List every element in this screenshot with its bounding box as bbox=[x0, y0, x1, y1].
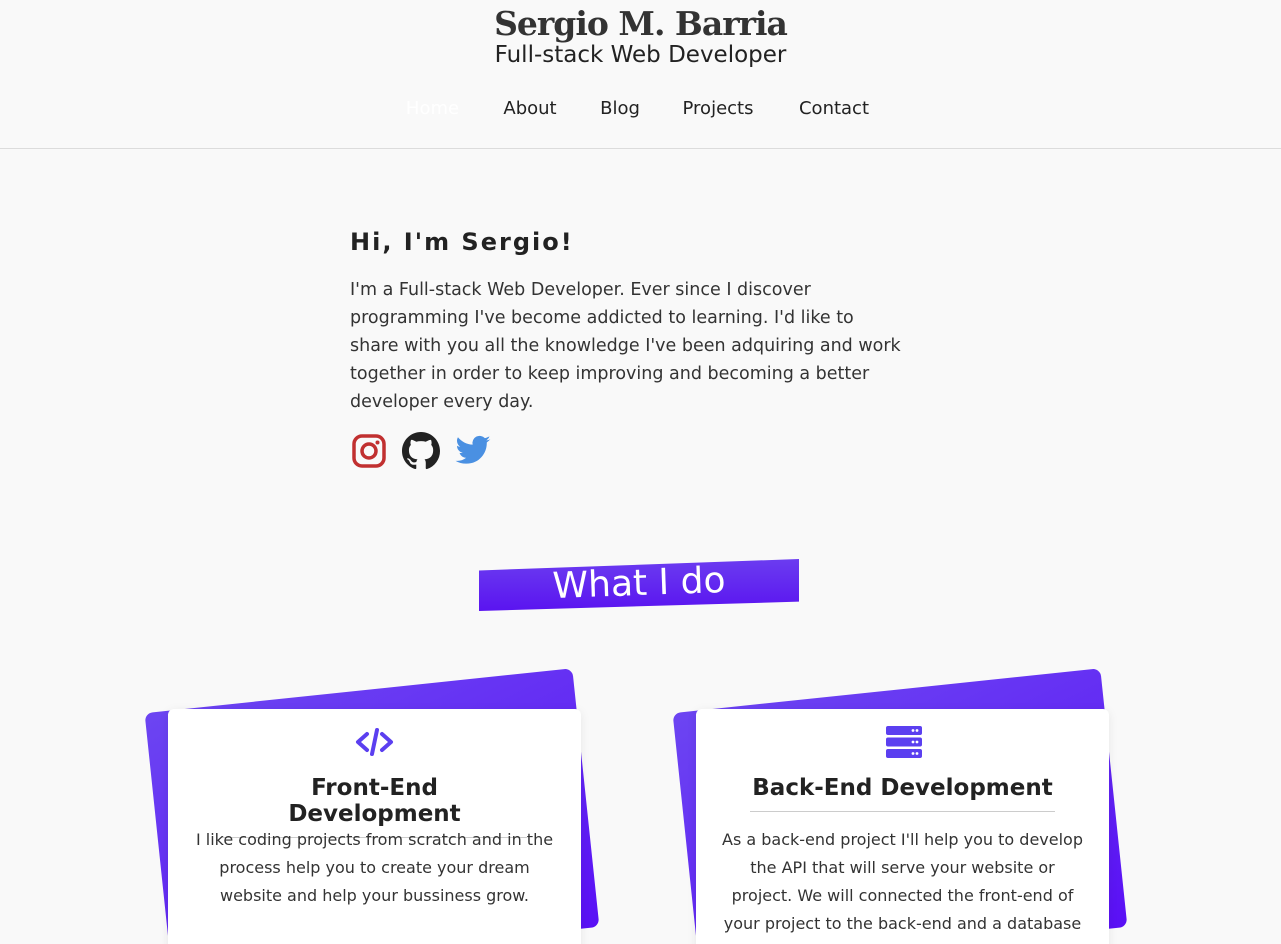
nav-item-projects[interactable]: Projects bbox=[679, 94, 757, 126]
intro-section: Hi, I'm Sergio! I'm a Full-stack Web Dev… bbox=[350, 228, 910, 416]
what-i-do-heading: What I do bbox=[479, 559, 799, 611]
site-header: Sergio M. Barria Full-stack Web Develope… bbox=[0, 0, 1281, 149]
nav-item-label: About bbox=[503, 98, 557, 119]
twitter-icon[interactable] bbox=[454, 432, 492, 470]
instagram-icon[interactable] bbox=[350, 432, 388, 470]
github-icon[interactable] bbox=[402, 432, 440, 470]
main-nav: Home About Blog Projects Contact bbox=[0, 94, 1281, 126]
nav-item-label: Contact bbox=[798, 98, 870, 119]
nav-item-label: Blog bbox=[600, 98, 640, 119]
nav-item-home[interactable]: Home bbox=[392, 94, 473, 126]
server-icon bbox=[886, 726, 922, 758]
card-text: As a back-end project I'll help you to d… bbox=[722, 830, 1083, 933]
nav-item-contact[interactable]: Contact bbox=[794, 94, 874, 126]
card-body: Back-End Development As a back-end proje… bbox=[696, 709, 1109, 944]
code-icon bbox=[356, 728, 393, 756]
nav-item-label: Home bbox=[405, 98, 460, 119]
intro-text: I'm a Full-stack Web Developer. Ever sin… bbox=[350, 280, 901, 412]
nav-item-label: Projects bbox=[682, 98, 754, 119]
service-card-frontend: Front-End Development I like coding proj… bbox=[144, 668, 600, 944]
service-card-backend: Back-End Development As a back-end proje… bbox=[672, 668, 1128, 944]
card-title: Back-End Development bbox=[750, 775, 1055, 812]
intro-heading: Hi, I'm Sergio! bbox=[350, 228, 574, 256]
nav-item-blog[interactable]: Blog bbox=[597, 94, 643, 126]
nav-item-about[interactable]: About bbox=[500, 94, 560, 126]
site-name[interactable]: Sergio M. Barria bbox=[0, 4, 1281, 43]
card-body: Front-End Development I like coding proj… bbox=[168, 709, 581, 944]
card-text: I like coding projects from scratch and … bbox=[195, 830, 554, 905]
site-tagline: Full-stack Web Developer bbox=[494, 42, 787, 68]
